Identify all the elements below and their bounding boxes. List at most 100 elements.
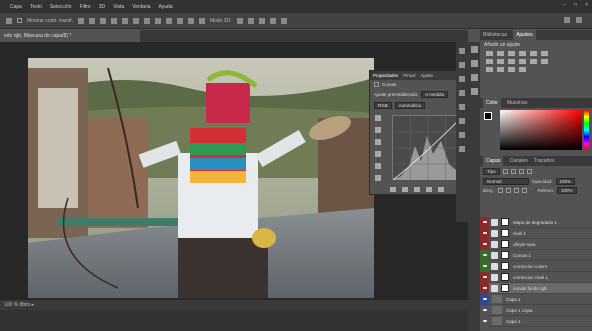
tab-paths[interactable]: Trazados [534, 156, 555, 166]
layer-row[interactable]: curvas fondo rgb [480, 282, 592, 294]
3d-pan-icon[interactable] [258, 17, 265, 24]
color-icon[interactable] [470, 60, 478, 67]
layer-mask-thumbnail[interactable] [501, 229, 509, 237]
lookup-icon[interactable] [530, 59, 537, 64]
properties-icon[interactable] [459, 62, 465, 68]
layer-mask-thumbnail[interactable] [501, 273, 509, 281]
paragraph-icon[interactable] [459, 104, 465, 110]
tab-channels[interactable]: Canales [509, 156, 527, 166]
history-icon[interactable] [459, 48, 465, 54]
opacity-input[interactable]: 100% [555, 178, 576, 185]
tab-properties[interactable]: Propiedades [373, 71, 398, 80]
menu-item[interactable]: Capa [10, 4, 22, 10]
layer-row[interactable]: correccion nivel 1 [480, 271, 592, 283]
filter-pixel-icon[interactable] [502, 169, 508, 174]
lock-all-icon[interactable] [521, 188, 527, 193]
filter-type-icon[interactable] [518, 169, 524, 174]
character-icon[interactable] [459, 118, 465, 124]
photo-filter-icon[interactable] [508, 59, 515, 64]
vibrance-icon[interactable] [530, 51, 537, 56]
distribute-icon[interactable] [121, 17, 128, 24]
trash-icon[interactable] [438, 187, 444, 192]
reset-icon[interactable] [414, 187, 420, 192]
visibility-eye-icon[interactable] [480, 282, 489, 294]
view-previous-icon[interactable] [402, 187, 408, 192]
close-button[interactable]: × [585, 2, 588, 8]
lock-position-icon[interactable] [513, 188, 519, 193]
tab-adjust[interactable]: Ajuste [421, 71, 434, 80]
3d-roll-icon[interactable] [247, 17, 254, 24]
align-icon[interactable] [110, 17, 117, 24]
exposure-icon[interactable] [519, 51, 526, 56]
lock-pixels-icon[interactable] [505, 188, 511, 193]
visibility-eye-icon[interactable] [480, 315, 489, 327]
minimize-button[interactable]: – [563, 2, 566, 8]
curves-icon[interactable] [508, 51, 515, 56]
tab-swatches[interactable]: Muestras [507, 98, 528, 108]
eyedropper-gray-icon[interactable] [375, 139, 381, 145]
info-icon[interactable] [459, 76, 465, 82]
selective-color-icon[interactable] [519, 67, 526, 72]
layer-row[interactable]: Capa 1 [480, 315, 592, 327]
document-image[interactable] [28, 58, 374, 298]
menu-item[interactable]: Texto [30, 4, 42, 10]
menu-item[interactable]: Filtro [80, 4, 91, 10]
threshold-icon[interactable] [497, 67, 504, 72]
brush-icon[interactable] [459, 90, 465, 96]
foreground-color-swatch[interactable] [484, 112, 492, 120]
move-tool-icon[interactable] [6, 17, 12, 24]
adjust-icon[interactable] [459, 132, 465, 138]
brightness-icon[interactable] [486, 51, 493, 56]
eyedropper-white-icon[interactable] [375, 151, 381, 157]
color-picker-field[interactable] [500, 110, 582, 150]
menu-item[interactable]: Vista [113, 4, 124, 10]
3d-scale-icon[interactable] [280, 17, 287, 24]
layer-row[interactable]: Capa 1 copia [480, 304, 592, 316]
tab-adjustments[interactable]: Ajustes [513, 30, 536, 40]
distribute-icon[interactable] [187, 17, 194, 24]
clip-icon[interactable] [390, 187, 396, 192]
layers-comp-icon[interactable] [459, 146, 465, 152]
layer-row[interactable]: nivel 1 [480, 227, 592, 239]
filter-shape-icon[interactable] [526, 169, 532, 174]
channel-mixer-icon[interactable] [519, 59, 526, 64]
fill-input[interactable]: 100% [557, 187, 577, 194]
blend-mode-select[interactable]: Normal [483, 178, 529, 185]
layer-mask-thumbnail[interactable] [501, 240, 509, 248]
menu-item[interactable]: Ayuda [159, 4, 173, 10]
visibility-eye-icon[interactable] [480, 227, 489, 239]
target-adjust-icon[interactable] [375, 115, 381, 121]
tab-color[interactable]: Color [483, 98, 501, 108]
distribute-icon[interactable] [154, 17, 161, 24]
visibility-eye-icon[interactable] [480, 304, 489, 316]
auto-align-icon[interactable] [198, 17, 205, 24]
layers-icon[interactable] [470, 88, 478, 95]
curves-graph[interactable] [392, 115, 464, 181]
color-balance-icon[interactable] [486, 59, 493, 64]
search-icon[interactable] [576, 17, 582, 23]
curve-point-icon[interactable] [375, 163, 381, 169]
auto-button[interactable]: Automático [394, 102, 426, 109]
layer-row[interactable]: Capa 1 [480, 293, 592, 305]
visibility-eye-icon[interactable] [480, 249, 489, 261]
tab-brush[interactable]: Pincel [403, 71, 415, 80]
layer-thumbnail[interactable] [492, 317, 502, 325]
visibility-eye-icon[interactable] [480, 271, 489, 283]
levels-icon[interactable] [497, 51, 504, 56]
invert-icon[interactable] [541, 59, 548, 64]
maximize-button[interactable]: □ [574, 2, 577, 8]
layer-mask-thumbnail[interactable] [501, 251, 509, 259]
menu-item[interactable]: Ventana [132, 4, 150, 10]
tab-layers[interactable]: Capas [483, 156, 504, 166]
workspace-icon[interactable] [564, 17, 570, 23]
menu-item[interactable]: 3D [99, 4, 105, 10]
visibility-eye-icon[interactable] [480, 293, 489, 305]
swatches-icon[interactable] [470, 74, 478, 81]
3d-slide-icon[interactable] [269, 17, 276, 24]
libraries-icon[interactable] [470, 46, 478, 53]
visibility-eye-icon[interactable] [480, 238, 489, 250]
layer-mask-thumbnail[interactable] [501, 218, 509, 226]
align-icon[interactable] [77, 17, 84, 24]
document-tab[interactable]: edo rgb, Máscara de capa/8) * [0, 30, 140, 42]
posterize-icon[interactable] [486, 67, 493, 72]
